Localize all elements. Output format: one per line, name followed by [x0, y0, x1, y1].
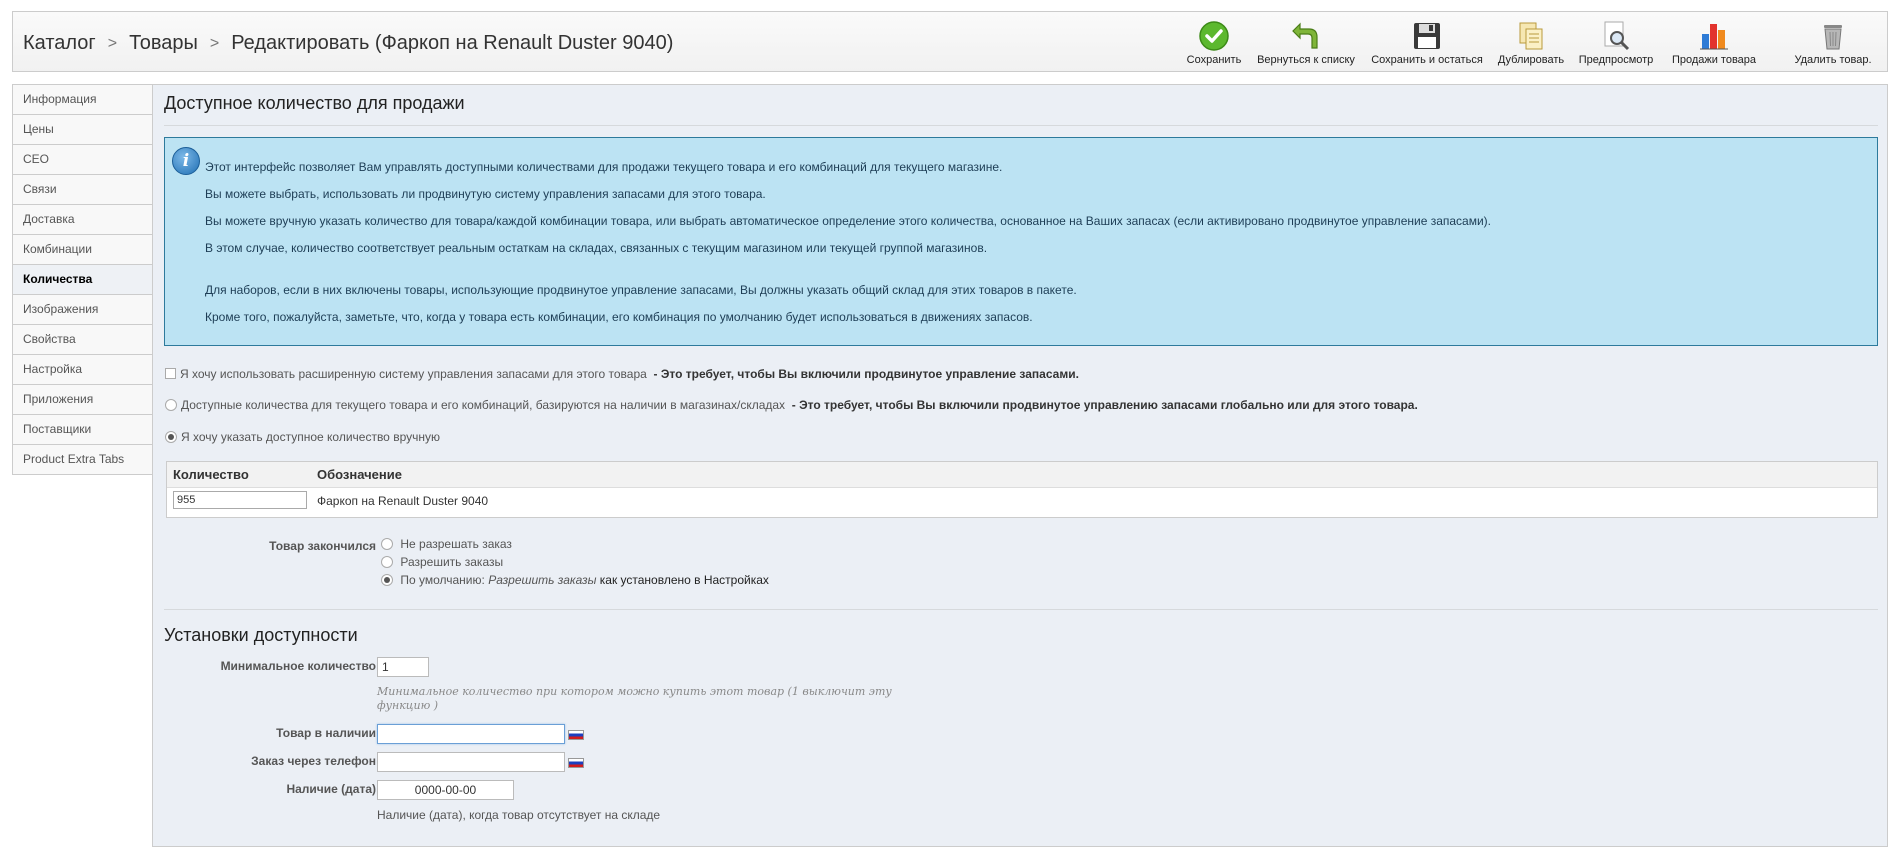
min-qty-input[interactable]: 1 [377, 657, 429, 677]
bar-chart-icon [1700, 24, 1728, 50]
sidebar-item-product-extra-tabs[interactable]: Product Extra Tabs [13, 445, 154, 475]
toolbar-buttons: Сохранить Вернуться к списку Сохранить и… [1185, 14, 1885, 70]
default-orders-option[interactable]: По умолчанию: Разрешить заказы как устан… [381, 573, 769, 587]
delete-product-button[interactable]: Удалить товар. [1785, 14, 1881, 70]
quantity-table: Количество Обозначение 955 Фаркоп на Ren… [166, 461, 1878, 518]
available-date-label: Наличие (дата) [286, 782, 376, 796]
allow-orders-radio[interactable] [381, 555, 393, 568]
sidebar-item-quantities[interactable]: Количества [13, 265, 155, 295]
in-stock-label: Товар в наличии [276, 726, 376, 740]
sidebar-item-attachments[interactable]: Приложения [13, 385, 154, 415]
sidebar-item-seo[interactable]: CEO [13, 145, 154, 175]
sidebar-item-customization[interactable]: Настройка [13, 355, 154, 385]
info-line: Кроме того, пожалуйста, заметьте, что, к… [205, 310, 1033, 324]
russian-flag-icon[interactable] [568, 730, 584, 740]
min-qty-label: Минимальное количество [220, 659, 376, 673]
save-and-stay-button[interactable]: Сохранить и остаться [1369, 14, 1485, 70]
availability-title: Установки доступности [164, 625, 358, 645]
advanced-stock-checkbox[interactable] [165, 368, 176, 380]
info-line: Этот интерфейс позволяет Вам управлять д… [205, 160, 1003, 174]
copy-icon [1519, 22, 1543, 50]
manual-quantity-option[interactable]: Я хочу указать доступное количество вруч… [165, 430, 440, 444]
breadcrumb: Каталог > Товары > Редактировать (Фаркоп на … [23, 32, 673, 55]
quantities-panel: Доступное количество для продажи i Этот … [152, 84, 1888, 847]
chevron-right-icon: > [209, 35, 220, 52]
deny-orders-option[interactable]: Не разрешать заказ [381, 537, 512, 551]
back-to-list-button[interactable]: Вернуться к списку [1255, 14, 1357, 70]
divider [164, 125, 1878, 126]
default-orders-radio[interactable] [381, 573, 393, 586]
stock-depends-radio[interactable] [165, 398, 177, 411]
deny-orders-radio[interactable] [381, 537, 393, 550]
min-qty-hint: Минимальное количество при котором можно… [377, 685, 892, 712]
info-line: В этом случае, количество соответствует … [205, 241, 988, 255]
phone-order-label: Заказ через телефон [251, 754, 376, 768]
divider [164, 609, 1878, 610]
available-date-hint: Наличие (дата), когда товар отсутствует … [377, 808, 661, 822]
preview-button[interactable]: Предпросмотр [1575, 14, 1657, 70]
sidebar-item-prices[interactable]: Цены [13, 115, 154, 145]
sidebar-item-suppliers[interactable]: Поставщики [13, 415, 154, 445]
sidebar-item-images[interactable]: Изображения [13, 295, 154, 325]
manual-quantity-radio[interactable] [165, 430, 177, 443]
quantity-input[interactable]: 955 [173, 491, 307, 509]
sidebar-item-features[interactable]: Свойства [13, 325, 154, 355]
info-icon: i [172, 147, 200, 175]
sidebar: Информация Цены CEO Связи Доставка Комби… [12, 84, 155, 475]
check-icon [1199, 21, 1229, 51]
chevron-right-icon: > [107, 35, 118, 52]
phone-order-input[interactable] [377, 752, 565, 772]
breadcrumb-products[interactable]: Товары [129, 32, 198, 54]
trash-icon [1824, 25, 1842, 50]
info-box: i Этот интерфейс позволяет Вам управлять… [164, 137, 1878, 346]
column-name-header: Обозначение [317, 467, 402, 482]
return-arrow-icon [1292, 22, 1318, 49]
toolbar: Каталог > Товары > Редактировать (Фаркоп на … [12, 11, 1888, 72]
info-line: Вы можете выбрать, использовать ли продв… [205, 187, 766, 201]
sidebar-item-information[interactable]: Информация [13, 85, 154, 115]
russian-flag-icon[interactable] [568, 758, 584, 768]
sidebar-item-combinations[interactable]: Комбинации [13, 235, 154, 265]
info-line: Для наборов, если в них включены товары,… [205, 283, 1077, 297]
sidebar-item-associations[interactable]: Связи [13, 175, 154, 205]
table-header: Количество Обозначение [167, 462, 1877, 488]
product-designation: Фаркоп на Renault Duster 9040 [317, 494, 489, 508]
column-quantity-header: Количество [173, 467, 249, 482]
duplicate-button[interactable]: Дублировать [1495, 14, 1567, 70]
out-of-stock-label: Товар закончился [269, 539, 376, 553]
product-sales-button[interactable]: Продажи товара [1669, 14, 1759, 70]
magnifier-document-icon [1604, 21, 1630, 51]
available-date-input[interactable]: 0000-00-00 [377, 780, 514, 800]
breadcrumb-catalog[interactable]: Каталог [23, 32, 96, 54]
advanced-stock-option[interactable]: Я хочу использовать расширенную систему … [165, 367, 1079, 381]
info-line: Вы можете вручную указать количество для… [205, 214, 1492, 228]
page-title: Редактировать (Фаркоп на Renault Duster … [231, 32, 674, 54]
allow-orders-option[interactable]: Разрешить заказы [381, 555, 503, 569]
stock-depends-option[interactable]: Доступные количества для текущего товара… [165, 398, 1418, 412]
save-button[interactable]: Сохранить [1185, 14, 1243, 70]
section-title: Доступное количество для продажи [164, 93, 465, 113]
sidebar-item-shipping[interactable]: Доставка [13, 205, 154, 235]
in-stock-input[interactable] [377, 724, 565, 744]
floppy-disk-icon [1414, 23, 1440, 49]
